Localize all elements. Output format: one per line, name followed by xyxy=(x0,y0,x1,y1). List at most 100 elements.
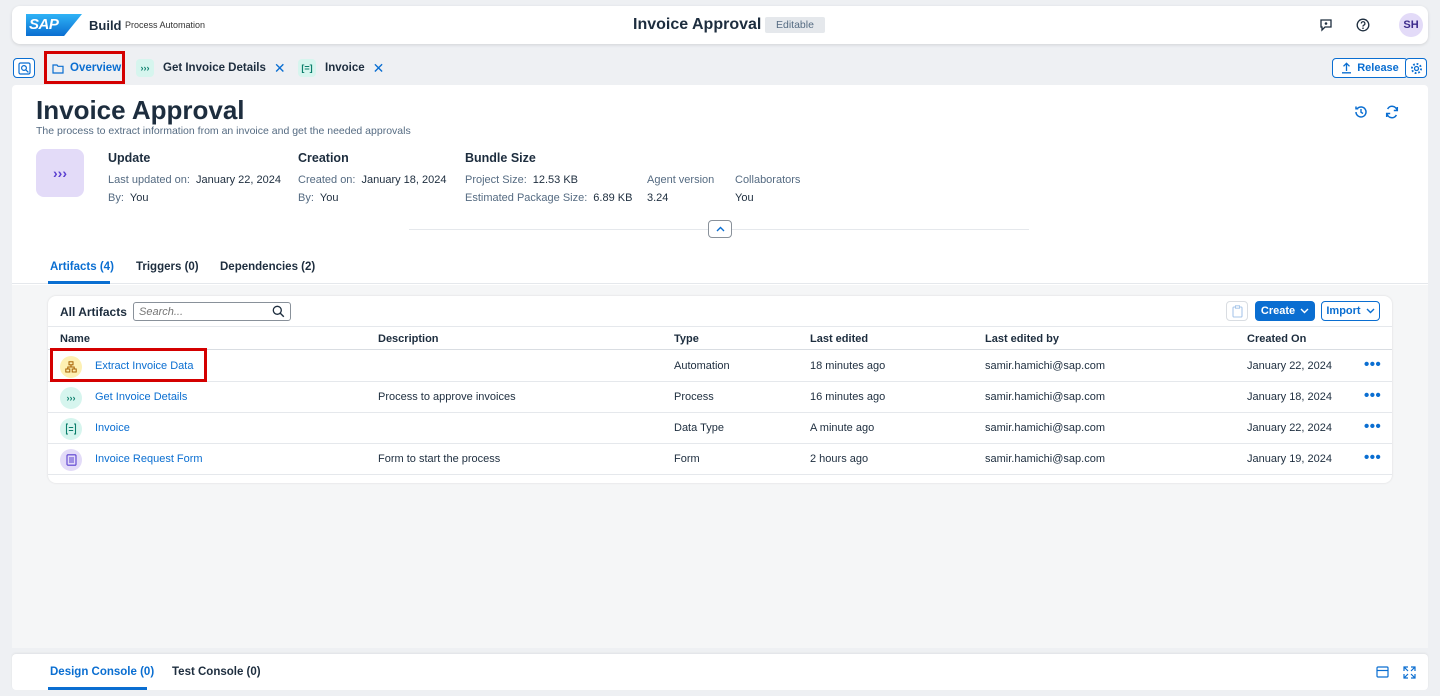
column-header[interactable]: Created On xyxy=(1247,333,1306,345)
collaborators-value: You xyxy=(735,192,754,204)
agent-version-value: 3.24 xyxy=(647,192,669,204)
column-header[interactable]: Last edited xyxy=(810,333,868,345)
created-by: By: You xyxy=(298,192,339,204)
search-icon[interactable] xyxy=(272,305,285,318)
more-actions-icon[interactable]: ••• xyxy=(1364,387,1381,404)
column-header[interactable]: Last edited by xyxy=(985,333,1059,345)
column-header[interactable]: Description xyxy=(378,333,439,345)
artifact-type: Data Type xyxy=(674,422,724,434)
process-icon: ››› xyxy=(36,149,84,197)
highlight-extract-invoice-data xyxy=(50,348,207,382)
data-type-icon xyxy=(60,418,82,440)
status-badge: Editable xyxy=(765,17,825,33)
package-size: Estimated Package Size: 6.89 KB xyxy=(465,192,633,204)
panel-icon[interactable] xyxy=(1376,666,1389,681)
artifact-link[interactable]: Invoice Request Form xyxy=(95,453,203,465)
create-button[interactable]: Create xyxy=(1255,301,1315,321)
table-row[interactable]: ››› Get Invoice Details Process to appro… xyxy=(48,382,1392,413)
artifact-created-on: January 18, 2024 xyxy=(1247,391,1333,403)
search-artifacts-button[interactable] xyxy=(13,58,35,78)
data-type-icon: [=] xyxy=(298,59,316,77)
import-button[interactable]: Import xyxy=(1321,301,1380,321)
more-actions-icon[interactable]: ••• xyxy=(1364,356,1381,373)
page-title: Invoice Approval xyxy=(36,95,245,125)
artifact-type: Form xyxy=(674,453,700,465)
overview-page: Invoice Approval The process to extract … xyxy=(12,85,1428,648)
close-icon[interactable]: ✕ xyxy=(373,60,385,77)
active-tab-indicator xyxy=(48,687,147,690)
paste-button[interactable] xyxy=(1226,301,1248,321)
help-icon[interactable] xyxy=(1355,17,1371,33)
search-icon xyxy=(17,61,31,75)
settings-button[interactable] xyxy=(1405,58,1427,78)
tab-dependencies[interactable]: Dependencies (2) xyxy=(220,261,315,273)
section-tabs: Artifacts (4) Triggers (0) Dependencies … xyxy=(12,251,1428,284)
artifacts-title: All Artifacts xyxy=(60,305,127,319)
gear-icon xyxy=(1410,62,1422,74)
console-bar: Design Console (0) Test Console (0) xyxy=(12,654,1428,690)
project-size: Project Size: 12.53 KB xyxy=(465,174,579,186)
history-icon[interactable] xyxy=(1353,104,1369,120)
active-tab-indicator xyxy=(48,281,110,284)
process-icon: ››› xyxy=(60,387,82,409)
tab-test-console[interactable]: Test Console (0) xyxy=(172,666,261,678)
artifact-link[interactable]: Invoice xyxy=(95,422,130,434)
shell-bar: SAP Build Process Automation Invoice App… xyxy=(12,6,1428,44)
tab-artifacts[interactable]: Artifacts (4) xyxy=(50,261,114,273)
page-subtitle: The process to extract information from … xyxy=(36,125,411,137)
brand-subtitle: Process Automation xyxy=(125,20,206,30)
brand-name: Build xyxy=(89,18,122,33)
table-row[interactable]: Invoice Data Type A minute ago samir.ham… xyxy=(48,413,1392,444)
app-title: Invoice Approval xyxy=(633,16,762,33)
search-input[interactable] xyxy=(134,303,264,320)
created-on: Created on: January 18, 2024 xyxy=(298,174,447,186)
highlight-overview xyxy=(44,51,125,84)
artifact-link[interactable]: Get Invoice Details xyxy=(95,391,187,403)
refresh-icon[interactable] xyxy=(1384,104,1400,120)
column-header[interactable]: Type xyxy=(674,333,699,345)
form-icon xyxy=(60,449,82,471)
table-row[interactable]: Extract Invoice Data Automation 18 minut… xyxy=(48,351,1392,382)
agent-version-label: Agent version xyxy=(647,174,715,186)
feedback-icon[interactable] xyxy=(1318,17,1334,33)
sap-logo[interactable]: SAP xyxy=(26,14,82,36)
creation-heading: Creation xyxy=(298,151,349,165)
collapse-header-button[interactable] xyxy=(708,220,732,238)
artifact-description: Form to start the process xyxy=(378,453,501,465)
update-heading: Update xyxy=(108,151,151,165)
clipboard-icon xyxy=(1231,304,1243,318)
last-updated: Last updated on: January 22, 2024 xyxy=(108,174,281,186)
artifacts-card: All Artifacts Create Import Name Descrip… xyxy=(48,296,1392,483)
tab-get-invoice-details[interactable]: ››› Get Invoice Details ✕ xyxy=(136,53,286,83)
column-header[interactable]: Name xyxy=(60,333,90,345)
tab-label: Invoice xyxy=(325,62,365,74)
artifact-created-on: January 22, 2024 xyxy=(1247,422,1333,434)
tab-triggers[interactable]: Triggers (0) xyxy=(136,261,199,273)
artifact-description: Process to approve invoices xyxy=(378,391,516,403)
close-icon[interactable]: ✕ xyxy=(274,60,286,77)
bundle-heading: Bundle Size xyxy=(465,151,536,165)
table-header: Name Description Type Last edited Last e… xyxy=(48,326,1392,350)
artifact-type: Process xyxy=(674,391,714,403)
chevron-down-icon xyxy=(1366,308,1375,314)
collaborators-label: Collaborators xyxy=(735,174,801,186)
upload-icon xyxy=(1342,62,1352,74)
more-actions-icon[interactable]: ••• xyxy=(1364,418,1381,435)
editor-tabstrip: Overview ››› Get Invoice Details ✕ [=] I… xyxy=(12,53,1428,83)
chevron-up-icon xyxy=(716,226,724,232)
release-button[interactable]: Release xyxy=(1332,58,1408,78)
tab-invoice[interactable]: [=] Invoice ✕ xyxy=(298,53,384,83)
maximize-icon[interactable] xyxy=(1403,666,1416,682)
artifact-edited-by: samir.hamichi@sap.com xyxy=(985,360,1105,372)
artifact-edited-by: samir.hamichi@sap.com xyxy=(985,453,1105,465)
more-actions-icon[interactable]: ••• xyxy=(1364,449,1381,466)
updated-by: By: You xyxy=(108,192,149,204)
artifact-type: Automation xyxy=(674,360,730,372)
table-row[interactable]: Invoice Request Form Form to start the p… xyxy=(48,444,1392,475)
search-field[interactable] xyxy=(133,302,291,321)
tab-label: Get Invoice Details xyxy=(163,62,266,74)
artifact-created-on: January 22, 2024 xyxy=(1247,360,1333,372)
avatar[interactable]: SH xyxy=(1399,13,1423,37)
tab-design-console[interactable]: Design Console (0) xyxy=(50,666,154,678)
artifact-last-edited: 18 minutes ago xyxy=(810,360,886,372)
